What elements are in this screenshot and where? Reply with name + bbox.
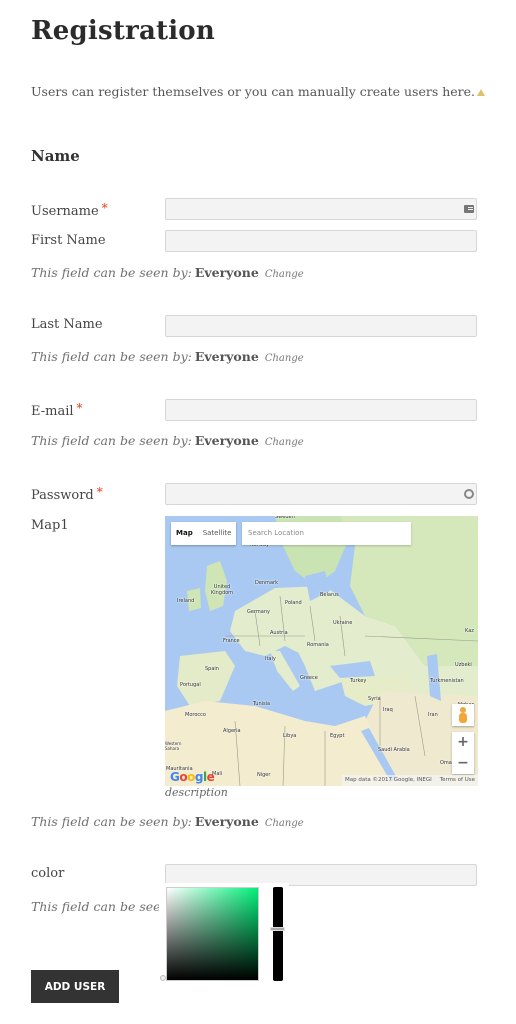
add-user-button[interactable]: ADD USER [31, 970, 119, 1003]
map-label: Map1 [31, 518, 69, 533]
map-label-kaz: Kaz [465, 628, 474, 634]
map-label-morocco: Morocco [185, 712, 206, 718]
page-title: Registration [31, 16, 215, 46]
map-label-italy: Italy [265, 656, 276, 662]
contact-card-icon[interactable] [464, 205, 474, 213]
map-label-iraq: Iraq [383, 707, 393, 713]
map-label-western-sahara: Western Sahara [165, 741, 182, 751]
map-label-uzbekistan: Uzbeki [455, 662, 472, 668]
map-type-control: Map Satellite [171, 522, 237, 545]
email-label-text: E-mail [31, 404, 74, 419]
password-label: Password * [31, 485, 103, 503]
first-name-label: First Name [31, 233, 106, 248]
map-label-turkmenistan: Turkmenistan [430, 678, 464, 684]
email-visibility: This field can be seen by: Everyone Change [31, 433, 304, 448]
map-label-belarus: Belarus [320, 592, 339, 598]
map-visibility: This field can be seen by: Everyone Change [31, 814, 304, 829]
visibility-change-link[interactable]: Change [265, 437, 304, 448]
google-logo[interactable]: Google [170, 770, 215, 784]
required-marker: * [96, 485, 103, 499]
map-label-greece: Greece [300, 675, 318, 681]
visibility-value: Everyone [194, 814, 259, 829]
map-label-egypt: Egypt [330, 733, 345, 739]
visibility-change-link[interactable]: Change [265, 353, 304, 364]
username-label: Username * [31, 201, 108, 219]
visibility-value: Everyone [194, 433, 259, 448]
first-name-input[interactable] [165, 230, 477, 252]
map-label-france: France [223, 638, 240, 644]
visibility-prefix: This field can be seen by: [31, 814, 192, 829]
map-label-ukraine: Ukraine [333, 620, 353, 626]
visibility-value: Everyone [194, 349, 259, 364]
google-logo-letter: e [206, 770, 215, 784]
color-label: color [31, 866, 65, 881]
visibility-prefix: This field can be seen by: [31, 433, 192, 448]
visibility-prefix: This field can be seen by: [31, 349, 192, 364]
visibility-change-link[interactable]: Change [265, 818, 304, 829]
color-picker-saturation-area[interactable] [166, 887, 259, 981]
map-tiles[interactable] [165, 516, 478, 786]
required-marker: * [101, 201, 108, 215]
password-label-text: Password [31, 488, 94, 503]
google-logo-letter: o [187, 770, 195, 784]
visibility-value: Everyone [194, 265, 259, 280]
warning-icon [477, 89, 486, 96]
map-label-libya: Libya [283, 733, 297, 739]
map-label-spain: Spain [205, 666, 219, 672]
map-label-sweden: Sweden [275, 516, 295, 520]
username-input[interactable] [165, 198, 477, 220]
map-description: description [165, 786, 228, 799]
map-terms-link[interactable]: Terms of Use [440, 775, 475, 786]
map-label-tunisia: Tunisia [253, 701, 271, 707]
street-view-pegman-icon[interactable] [452, 704, 474, 726]
username-label-text: Username [31, 204, 99, 219]
zoom-in-button[interactable]: + [452, 732, 474, 753]
visibility-prefix: This field can be seen by: [31, 265, 192, 280]
map-footer: Map data ©2017 Google, INEGI Terms of Us… [341, 775, 478, 786]
google-logo-letter: G [170, 770, 180, 784]
intro-text: Users can register themselves or you can… [31, 84, 486, 99]
map-type-satellite-button[interactable]: Satellite [198, 522, 237, 545]
map-label-uk: United Kingdom [210, 584, 234, 596]
section-title: Name [31, 147, 80, 165]
last-name-input[interactable] [165, 315, 477, 337]
visibility-change-link[interactable]: Change [265, 269, 304, 280]
map-type-map-button[interactable]: Map [171, 522, 198, 545]
visibility-prefix: This field can be seen [31, 899, 169, 914]
google-logo-letter: g [194, 770, 204, 784]
first-name-visibility: This field can be seen by: Everyone Change [31, 265, 304, 280]
required-marker: * [76, 401, 83, 415]
map-label-austria: Austria [270, 630, 288, 636]
map-label-portugal: Portugal [180, 682, 201, 688]
map-label-denmark: Denmark [255, 580, 278, 586]
email-input[interactable] [165, 399, 477, 421]
last-name-label: Last Name [31, 317, 103, 332]
map-search-input[interactable]: Search Location [242, 522, 411, 545]
map-zoom-control: + − [452, 732, 474, 774]
color-picker-hue-slider[interactable] [273, 887, 283, 981]
last-name-visibility: This field can be seen by: Everyone Change [31, 349, 304, 364]
intro-text-content: Users can register themselves or you can… [31, 84, 476, 99]
map-label-turkey: Turkey [350, 678, 367, 684]
location-map[interactable]: Sweden Norway Denmark United Kingdom Ire… [165, 516, 478, 786]
map-label-germany: Germany [247, 609, 270, 615]
map-label-romania: Romania [307, 642, 329, 648]
color-visibility: This field can be seen [31, 899, 169, 914]
map-label-iran: Iran [428, 712, 438, 718]
email-label: E-mail * [31, 401, 83, 419]
color-picker-saturation-handle[interactable] [160, 975, 166, 981]
google-logo-letter: o [179, 770, 188, 784]
map-label-niger: Niger [257, 772, 271, 778]
map-label-poland: Poland [285, 600, 302, 606]
key-icon[interactable] [464, 489, 474, 499]
zoom-out-button[interactable]: − [452, 753, 474, 774]
map-label-ireland: Ireland [177, 598, 195, 604]
color-picker-hue-handle[interactable] [270, 927, 285, 931]
password-input[interactable] [165, 483, 477, 505]
map-label-saudi-arabia: Saudi Arabia [378, 747, 410, 753]
map-label-syria: Syria [368, 696, 381, 702]
map-label-algeria: Algeria [223, 728, 241, 734]
map-attribution: Map data ©2017 Google, INEGI [344, 777, 432, 783]
